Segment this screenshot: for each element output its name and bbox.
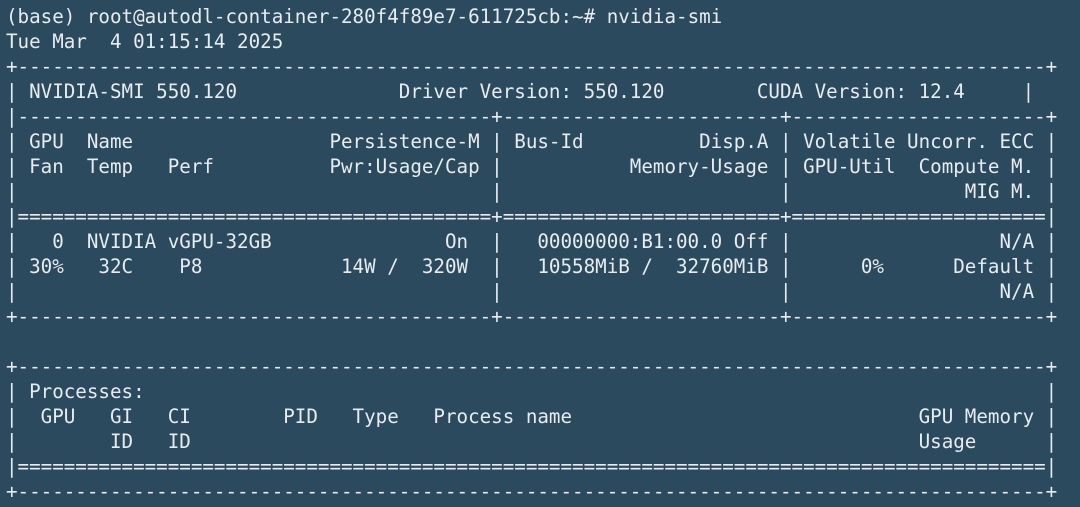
- processes-header-row-1: | GPU GI CI PID Type Process name GPU Me…: [6, 405, 1058, 428]
- table-divider: |---------------------------------------…: [6, 105, 1058, 128]
- processes-header-separator: |=======================================…: [6, 455, 1058, 478]
- gpu-header-row-1: | GPU Name Persistence-M | Bus-Id Disp.A…: [6, 130, 1058, 153]
- terminal-window[interactable]: (base) root@autodl-container-280f4f89e7-…: [0, 0, 1080, 507]
- processes-title: | Processes: |: [6, 380, 1058, 403]
- shell-prompt: (base) root@autodl-container-280f4f89e7-…: [6, 5, 607, 28]
- table-bottom-border: +---------------------------------------…: [6, 305, 1058, 328]
- gpu-row-3: | | | N/A |: [6, 280, 1058, 303]
- gpu-row-1: | 0 NVIDIA vGPU-32GB On | 00000000:B1:00…: [6, 230, 1058, 253]
- gpu-header-row-2: | Fan Temp Perf Pwr:Usage/Cap | Memory-U…: [6, 155, 1058, 178]
- timestamp-line: Tue Mar 4 01:15:14 2025: [6, 30, 284, 53]
- processes-header-row-2: | ID ID Usage |: [6, 430, 1058, 453]
- gpu-header-row-3: | | | MIG M. |: [6, 180, 1058, 203]
- smi-version-line: | NVIDIA-SMI 550.120 Driver Version: 550…: [6, 80, 1035, 103]
- processes-bottom-border: +---------------------------------------…: [6, 480, 1058, 503]
- processes-top-border: +---------------------------------------…: [6, 355, 1058, 378]
- gpu-header-separator: |=======================================…: [6, 205, 1058, 228]
- entered-command: nvidia-smi: [606, 5, 723, 28]
- table-top-border: +---------------------------------------…: [6, 55, 1058, 78]
- prompt-line: (base) root@autodl-container-280f4f89e7-…: [6, 4, 1080, 29]
- gpu-row-2: | 30% 32C P8 14W / 320W | 10558MiB / 327…: [6, 255, 1058, 278]
